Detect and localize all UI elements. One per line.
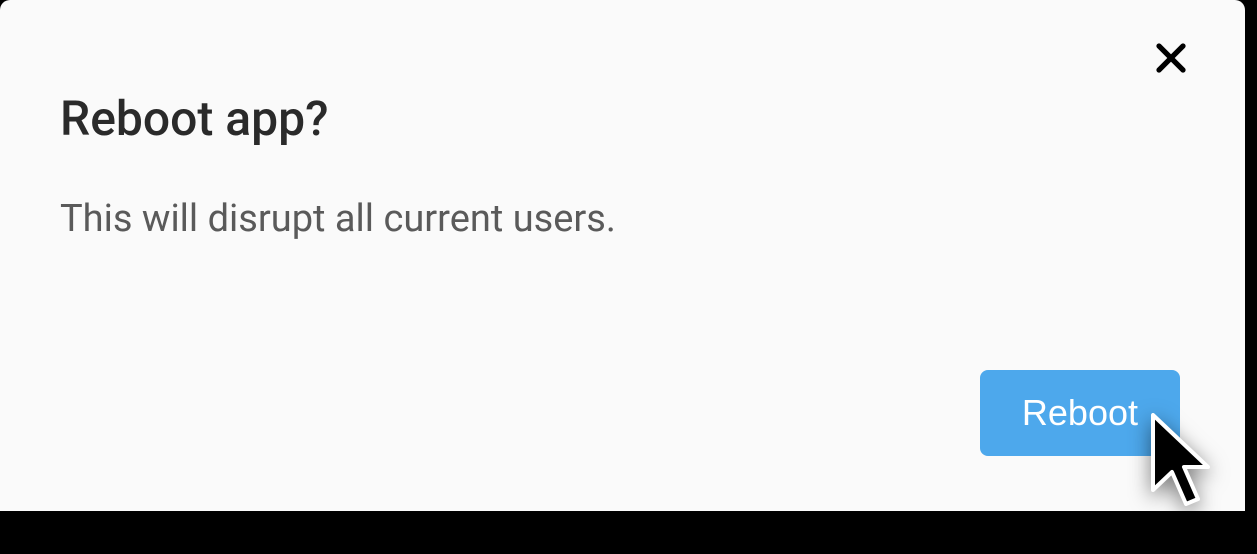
close-button[interactable] [1147,38,1195,86]
dialog-footer: Reboot [980,370,1180,456]
reboot-button[interactable]: Reboot [980,370,1180,456]
close-icon [1153,40,1189,84]
dialog-title: Reboot app? [60,90,1185,147]
confirmation-dialog: Reboot app? This will disrupt all curren… [0,0,1245,511]
dialog-body: This will disrupt all current users. [60,197,1185,241]
